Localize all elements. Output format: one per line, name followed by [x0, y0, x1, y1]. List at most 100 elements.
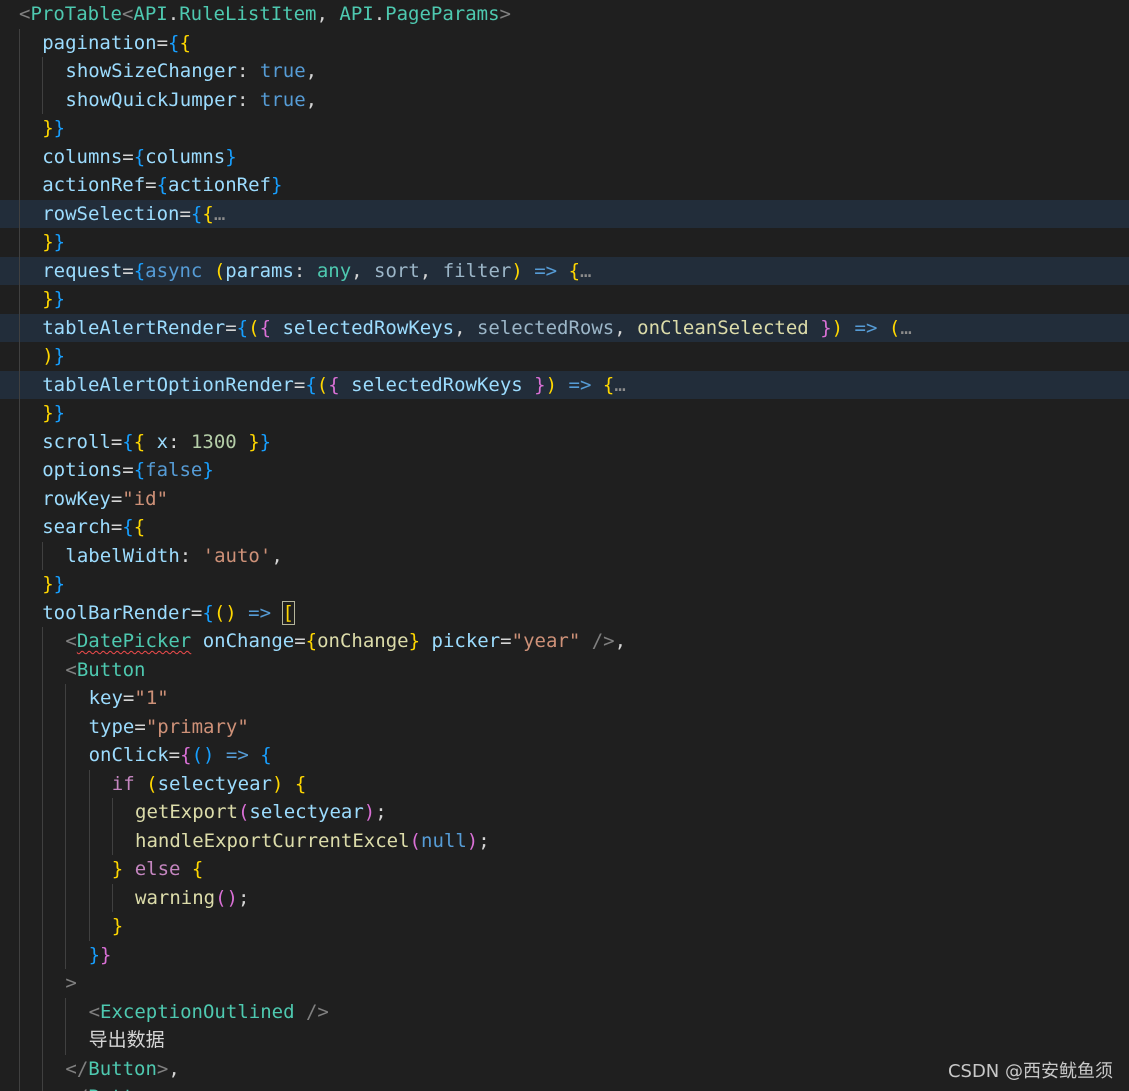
code-text: }}	[42, 228, 65, 257]
indent-guide	[65, 997, 67, 1026]
code-line[interactable]: } else {	[0, 855, 1129, 884]
indent-guide	[42, 57, 44, 86]
code-text: actionRef={actionRef}	[42, 171, 282, 200]
code-token: {	[568, 259, 581, 282]
code-text: }}	[42, 285, 65, 314]
indent-guide	[65, 798, 67, 827]
code-token: />	[305, 1000, 329, 1023]
code-token: {	[133, 430, 146, 453]
code-line[interactable]: <ExceptionOutlined />	[0, 997, 1129, 1026]
code-text: rowSelection={{…	[42, 200, 225, 229]
indent-guide	[19, 969, 20, 998]
code-token: =>	[854, 316, 878, 339]
indent-guide	[42, 541, 44, 570]
code-line[interactable]: onClick={() => {	[0, 741, 1129, 770]
code-line[interactable]: showQuickJumper: true,	[0, 85, 1129, 114]
indent-guide	[42, 741, 44, 770]
indent-guide	[65, 855, 67, 884]
code-line[interactable]: pagination={{	[0, 28, 1129, 57]
code-text: search={{	[42, 513, 145, 542]
code-line[interactable]: handleExportCurrentExcel(null);	[0, 826, 1129, 855]
code-token: =	[134, 715, 146, 738]
code-token: }	[88, 943, 101, 966]
code-token: {	[180, 744, 192, 766]
code-token: >	[157, 1086, 168, 1091]
code-line[interactable]: showSizeChanger: true,	[0, 57, 1129, 86]
code-editor[interactable]: <ProTable<API.RuleListItem, API.PagePara…	[0, 0, 1129, 1091]
code-line[interactable]: }	[0, 912, 1129, 941]
code-line[interactable]: 导出数据	[0, 1026, 1129, 1055]
code-line[interactable]: labelWidth: 'auto',	[0, 541, 1129, 570]
code-line[interactable]: columns={columns}	[0, 142, 1129, 171]
indent-guide	[19, 826, 20, 855]
code-line[interactable]: getExport(selectyear);	[0, 798, 1129, 827]
indent-guide	[19, 285, 20, 314]
code-line[interactable]: if (selectyear) {	[0, 769, 1129, 798]
code-token: =	[110, 487, 123, 510]
code-line[interactable]: <Button	[0, 655, 1129, 684]
code-token: :	[236, 60, 260, 82]
code-line[interactable]: }}	[0, 114, 1129, 143]
code-line[interactable]: actionRef={actionRef}	[0, 171, 1129, 200]
indent-guide	[19, 57, 20, 86]
code-token: ()	[215, 886, 238, 909]
code-token: selectyear	[157, 772, 272, 795]
indent-guide	[111, 826, 113, 855]
code-token: =>	[248, 601, 272, 624]
code-token: }	[820, 316, 832, 339]
indent-guide	[19, 541, 20, 570]
indent-guide	[19, 627, 20, 656]
code-line[interactable]: request={async (params: any, sort, filte…	[0, 256, 1129, 285]
code-line[interactable]: }}	[0, 285, 1129, 314]
code-line[interactable]: warning();	[0, 883, 1129, 912]
code-token: )	[511, 259, 523, 282]
code-token: {	[122, 430, 134, 453]
code-token: filter	[442, 259, 512, 282]
indent-guide	[88, 798, 90, 827]
code-token: type	[88, 715, 135, 738]
indent-guide	[42, 997, 44, 1026]
code-line[interactable]: tableAlertRender={({ selectedRowKeys, se…	[0, 313, 1129, 342]
code-token: {	[260, 744, 272, 766]
code-token: ,	[419, 259, 443, 282]
indent-guide	[19, 85, 20, 114]
code-line[interactable]: rowKey="id"	[0, 484, 1129, 513]
code-line[interactable]: )}	[0, 342, 1129, 371]
code-line[interactable]: search={{	[0, 513, 1129, 542]
code-token: ProTable	[30, 3, 122, 25]
code-line[interactable]: }}	[0, 228, 1129, 257]
code-token: }	[259, 430, 272, 453]
code-text: }}	[42, 399, 65, 428]
code-line[interactable]: </Button>	[0, 1083, 1129, 1091]
code-token: ,	[614, 316, 638, 339]
code-line[interactable]: }}	[0, 940, 1129, 969]
code-line[interactable]: key="1"	[0, 684, 1129, 713]
code-token: ()	[191, 744, 215, 766]
code-line[interactable]: >	[0, 969, 1129, 998]
code-line[interactable]: toolBarRender={() => [	[0, 598, 1129, 627]
code-token: RuleListItem	[179, 3, 317, 25]
code-token: }	[42, 117, 54, 139]
code-token: {	[259, 316, 272, 339]
code-line[interactable]: }}	[0, 399, 1129, 428]
code-token: key	[88, 687, 123, 709]
code-line[interactable]: type="primary"	[0, 712, 1129, 741]
code-token: {	[202, 202, 214, 225]
code-token: API	[339, 3, 374, 25]
code-line[interactable]: rowSelection={{…	[0, 199, 1129, 229]
code-line[interactable]: <DatePicker onChange={onChange} picker="…	[0, 627, 1129, 656]
code-line[interactable]: <ProTable<API.RuleListItem, API.PagePara…	[0, 0, 1129, 29]
code-line[interactable]: }}	[0, 570, 1129, 599]
code-token: [	[281, 600, 295, 625]
code-line[interactable]: scroll={{ x: 1300 }}	[0, 427, 1129, 456]
code-token: =>	[568, 373, 592, 396]
code-line[interactable]: options={false}	[0, 456, 1129, 485]
code-token: if	[111, 772, 135, 795]
indent-guide	[111, 883, 113, 912]
code-line[interactable]: tableAlertOptionRender={({ selectedRowKe…	[0, 370, 1129, 399]
